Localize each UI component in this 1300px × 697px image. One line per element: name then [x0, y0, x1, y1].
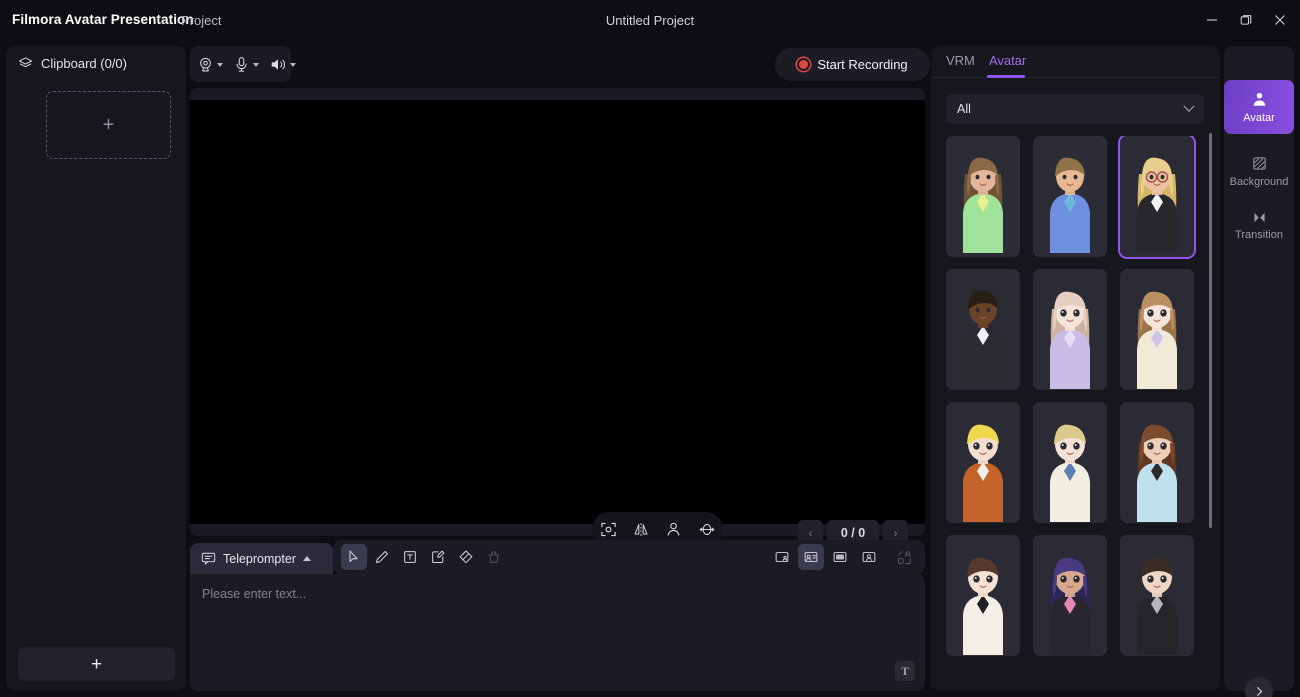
speaker-icon [271, 58, 285, 70]
teleprompter-tab[interactable]: Teleprompter [190, 543, 333, 574]
rail-label-background: Background [1229, 175, 1289, 188]
hatch-square-icon [1252, 156, 1266, 170]
close-icon [1275, 15, 1285, 25]
asset-panel: VRM Avatar All [931, 46, 1220, 691]
speaker-selector[interactable] [262, 46, 299, 82]
chevron-down-icon [1183, 100, 1195, 112]
transition-icon [1251, 212, 1267, 222]
microphone-icon [236, 56, 247, 72]
panel-collapse-button[interactable] [1245, 677, 1273, 697]
preview-stage: ‹ 0 / 0 › [190, 88, 925, 546]
microphone-selector[interactable] [226, 46, 262, 82]
clipboard-panel: Clipboard (0/0) + + [6, 46, 186, 691]
record-dot-icon [797, 58, 811, 71]
avatar-thumb-anime-boy-orange-jacket[interactable] [946, 402, 1020, 523]
layout-customize-icon[interactable] [891, 544, 917, 570]
teleprompter-textarea[interactable]: Please enter text... T [190, 574, 925, 691]
chevron-right-icon [1256, 686, 1262, 696]
text-box-icon[interactable] [397, 544, 423, 570]
avatar-thumb-anime-girl-cream-cardigan[interactable] [1120, 269, 1194, 390]
person-icon [1253, 92, 1265, 106]
avatar-thumb-3d-man-blue-shirt[interactable] [1033, 136, 1107, 257]
preview-canvas[interactable] [190, 100, 925, 524]
teleprompter-label: Teleprompter [223, 551, 296, 566]
comment-icon [201, 552, 216, 565]
tab-active-underline [987, 75, 1025, 78]
avatar-thumb-anime-girl-purple-punk[interactable] [1033, 535, 1107, 656]
app-window: Filmora Avatar Presentation Project Unti… [0, 0, 1300, 697]
microphone-chevron-down-icon [253, 62, 259, 67]
device-toolbar [190, 46, 296, 82]
center-area: Start Recording ‹ 0 / 0 › Teleprompter P… [190, 46, 930, 691]
note-edit-icon[interactable] [425, 544, 451, 570]
rail-item-transition[interactable]: Transition [1224, 198, 1294, 252]
avatar-thumb-anime-boy-grey-hoodie[interactable] [1120, 535, 1194, 656]
eraser-icon[interactable] [453, 544, 479, 570]
avatar-thumb-3d-woman-green-top[interactable] [946, 136, 1020, 257]
avatar-thumb-anime-girl-lightblue-dress[interactable] [1120, 402, 1194, 523]
avatar-thumb-anime-boy-blue-tie[interactable] [1033, 402, 1107, 523]
minimize-icon [1207, 19, 1217, 21]
clear-all-icon[interactable] [481, 544, 507, 570]
avatar-thumb-anime-girl-white-cardigan[interactable] [946, 535, 1020, 656]
avatar-grid [946, 136, 1212, 681]
title-bar: Filmora Avatar Presentation Project Unti… [0, 0, 1300, 41]
close-button[interactable] [1265, 7, 1295, 33]
layers-icon [18, 57, 33, 68]
clipboard-header: Clipboard (0/0) [18, 56, 127, 71]
layout-avatar-only-icon[interactable] [856, 544, 882, 570]
asset-tabs: VRM Avatar [931, 46, 1220, 78]
clipboard-dropzone[interactable]: + [46, 91, 171, 159]
tab-vrm[interactable]: VRM [946, 53, 975, 68]
maximize-button[interactable] [1231, 7, 1261, 33]
mode-rail: Avatar Background Transition [1224, 46, 1294, 697]
minimize-button[interactable] [1197, 7, 1227, 33]
teleprompter-caret-up-icon[interactable] [302, 556, 311, 561]
dropzone-plus-icon: + [102, 114, 115, 136]
add-plus-icon: + [90, 653, 103, 675]
start-recording-button[interactable]: Start Recording [775, 48, 930, 81]
speaker-chevron-down-icon [290, 62, 296, 67]
teleprompter-toolbar [333, 540, 925, 574]
pen-icon[interactable] [369, 544, 395, 570]
rail-label-transition: Transition [1235, 228, 1283, 241]
avatar-grid-scrollbar[interactable] [1209, 133, 1212, 528]
layout-screen-only-icon[interactable] [827, 544, 853, 570]
window-title: Untitled Project [605, 13, 695, 28]
restore-icon [1240, 15, 1252, 25]
rail-label-avatar: Avatar [1243, 111, 1275, 124]
select-cursor-icon[interactable] [341, 544, 367, 570]
tab-avatar[interactable]: Avatar [989, 53, 1026, 68]
rotate-3d-icon[interactable] [694, 516, 720, 542]
layout-tools-group [769, 544, 917, 570]
clipboard-label: Clipboard (0/0) [41, 56, 127, 71]
camera-selector[interactable] [190, 46, 226, 82]
mirror-flip-icon[interactable] [628, 516, 654, 542]
avatar-thumb-anime-girl-lilac-dress[interactable] [1033, 269, 1107, 390]
teleprompter-placeholder: Please enter text... [202, 587, 307, 601]
rail-item-avatar[interactable]: Avatar [1224, 80, 1294, 134]
avatar-filter-dropdown[interactable]: All [946, 94, 1204, 124]
avatar-thumb-3d-woman-glasses-suit[interactable] [1120, 136, 1194, 257]
annotation-tools-group [333, 544, 507, 570]
layout-small-avatar-icon[interactable] [769, 544, 795, 570]
avatar-thumb-3d-man-dark-suit[interactable] [946, 269, 1020, 390]
camera-chevron-down-icon [217, 62, 223, 67]
layout-avatar-left-icon[interactable] [798, 544, 824, 570]
add-clip-button[interactable]: + [18, 647, 175, 681]
start-recording-label: Start Recording [817, 57, 908, 72]
layout-modes [769, 544, 882, 570]
rail-item-background[interactable]: Background [1224, 144, 1294, 198]
portrait-person-icon[interactable] [661, 516, 687, 542]
text-format-button[interactable]: T [895, 661, 915, 681]
camera-icon [200, 57, 211, 71]
avatar-filter-value: All [957, 102, 971, 116]
fit-to-frame-icon[interactable] [595, 516, 621, 542]
